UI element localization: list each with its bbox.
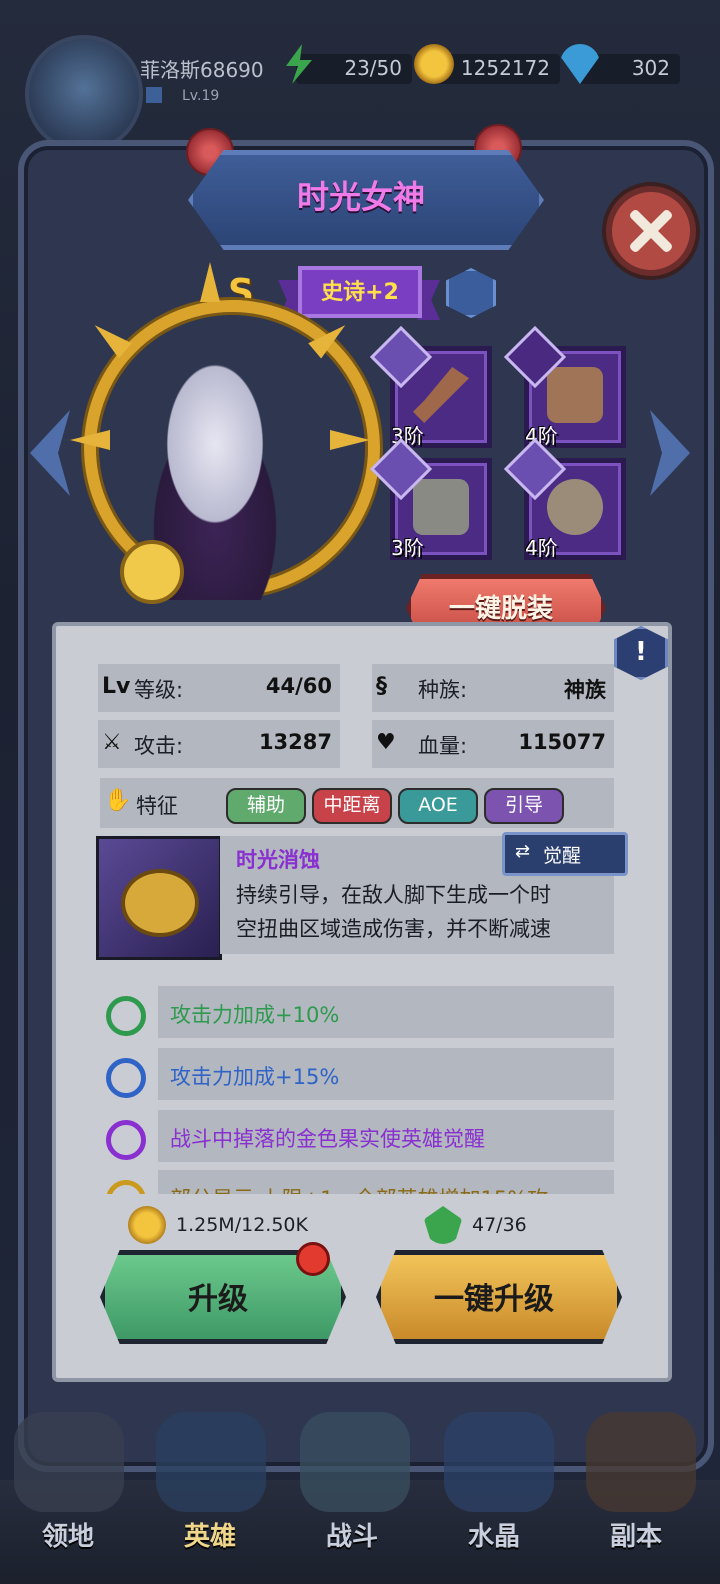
player-level: Lv.19 xyxy=(182,88,220,104)
level-icon: Lv xyxy=(102,674,131,699)
battle-icon xyxy=(300,1412,410,1512)
attack-value: 13287 xyxy=(258,730,332,754)
race-label: 种族: xyxy=(418,678,468,702)
gold-chevron-icon xyxy=(100,1170,146,1194)
equip-slot-armor[interactable]: 4阶 xyxy=(503,325,626,448)
traits-icon: ✋ xyxy=(104,788,132,813)
swirl-ring xyxy=(106,1180,146,1194)
halo-spike xyxy=(70,430,110,450)
race-stat: § 种族: 神族 xyxy=(372,664,614,712)
trait-tag-support: 辅助 xyxy=(226,788,306,824)
bonus-text: 攻击力加成+15% xyxy=(170,1065,340,1089)
halo-spike xyxy=(330,430,370,450)
sword-icon xyxy=(413,367,469,423)
unequip-all-label: 一键脱装 xyxy=(448,594,553,624)
dungeon-icon xyxy=(586,1412,696,1512)
diamond-icon xyxy=(560,44,600,84)
lightning-icon xyxy=(286,44,312,84)
pants-icon xyxy=(413,479,469,535)
player-name: 菲洛斯68690 xyxy=(140,58,264,82)
crystal-icon xyxy=(444,1412,554,1512)
swirl-ring xyxy=(106,996,146,1036)
level-stat: Lv 等级: 44/60 xyxy=(98,664,340,712)
skill-name: 时光消蚀 xyxy=(236,848,320,872)
swap-icon: ⇄ xyxy=(515,841,531,862)
heart-icon: ♥ xyxy=(376,730,396,755)
nav-dungeon[interactable]: 副本 xyxy=(586,1516,686,1553)
skill-desc-line: 空扭曲区域造成伤害，并不断减速 xyxy=(236,917,551,941)
gold-value: 1252172 xyxy=(460,56,550,80)
equip-tier: 3阶 xyxy=(391,536,424,560)
race-icon: § xyxy=(376,674,387,699)
top-resource-bar: 菲洛斯68690 Lv.19 23/50 1252172 302 xyxy=(0,30,720,153)
nav-battle[interactable]: 战斗 xyxy=(302,1516,402,1553)
trait-tag-mid-range: 中距离 xyxy=(312,788,392,824)
nav-crystal[interactable]: 水晶 xyxy=(444,1516,544,1553)
bonus-row: 攻击力加成+15% xyxy=(158,1048,614,1100)
hero-icon xyxy=(156,1412,266,1512)
gold-counter[interactable]: 1252172 xyxy=(414,44,560,84)
amulet-icon xyxy=(547,479,603,535)
bonus-text: 战斗中掉落的金色果实使英雄觉醒 xyxy=(170,1127,485,1151)
pocket-watch-icon xyxy=(120,540,184,604)
bonus-row-clipped: 部分显示 上限+1，全部英雄增加15%攻 xyxy=(100,1170,620,1194)
bonus-row: 战斗中掉落的金色果实使英雄觉醒 xyxy=(158,1110,614,1162)
hp-label: 血量: xyxy=(418,734,468,758)
purple-swirl-icon xyxy=(100,1110,146,1162)
swirl-ring xyxy=(106,1058,146,1098)
trait-tag-channel: 引导 xyxy=(484,788,564,824)
bonus-text: 攻击力加成+10% xyxy=(170,1003,340,1027)
attack-stat: ⚔ 攻击: 13287 xyxy=(98,720,340,768)
hp-value: 115077 xyxy=(518,730,606,754)
race-value: 神族 xyxy=(564,678,606,702)
bonus-row: 攻击力加成+10% xyxy=(158,986,614,1038)
awaken-button[interactable]: ⇄ 觉醒 xyxy=(502,832,628,876)
leather-armor-icon xyxy=(547,367,603,423)
equip-tier: 4阶 xyxy=(525,536,558,560)
attack-icon: ⚔ xyxy=(102,730,122,755)
green-swirl-icon xyxy=(100,986,146,1038)
gold-coin-icon xyxy=(414,44,454,84)
notification-dot xyxy=(296,1242,330,1276)
info-icon: ! xyxy=(635,637,647,667)
equip-slot-weapon[interactable]: 3阶 xyxy=(369,325,492,448)
halo-spike xyxy=(200,262,220,302)
gem-cost-value: 47/36 xyxy=(472,1214,527,1236)
upgrade-label: 升级 xyxy=(188,1282,248,1317)
equip-slot-pants[interactable]: 3阶 xyxy=(369,437,492,560)
skill-desc-line: 持续引导，在敌人脚下生成一个时 xyxy=(236,883,551,907)
attack-label: 攻击: xyxy=(134,734,184,758)
level-value: 44/60 xyxy=(265,674,332,698)
level-badge-icon xyxy=(146,87,162,103)
equip-slot-amulet[interactable]: 4阶 xyxy=(503,437,626,560)
nav-territory[interactable]: 领地 xyxy=(18,1516,118,1553)
territory-icon xyxy=(14,1412,124,1512)
diamond-counter[interactable]: 302 xyxy=(560,44,680,84)
traits-label: 特征 xyxy=(136,794,178,818)
close-button[interactable] xyxy=(606,186,696,276)
diamond-value: 302 xyxy=(631,56,670,80)
gold-cost-value: 1.25M/12.50K xyxy=(176,1214,308,1236)
hp-stat: ♥ 血量: 115077 xyxy=(372,720,614,768)
bonus-text: 部分显示 上限+1，全部英雄增加15%攻 xyxy=(170,1183,548,1194)
player-avatar[interactable] xyxy=(25,35,143,153)
trait-tag-aoe: AOE xyxy=(398,788,478,824)
bonus-row: 部分显示 上限+1，全部英雄增加15%攻 xyxy=(158,1170,614,1194)
energy-value: 23/50 xyxy=(344,56,402,80)
rarity-label: 史诗+2 xyxy=(321,280,399,305)
skill-icon[interactable] xyxy=(96,836,222,960)
skill-description: 持续引导，在敌人脚下生成一个时 空扭曲区域造成伤害，并不断减速 xyxy=(236,878,608,946)
hero-name-title: 时光女神 xyxy=(296,178,425,216)
blue-swirl-icon xyxy=(100,1048,146,1100)
energy-counter[interactable]: 23/50 xyxy=(286,44,412,84)
level-label: 等级: xyxy=(134,678,184,702)
awaken-label: 觉醒 xyxy=(543,845,582,867)
clock-skill-icon xyxy=(121,869,199,937)
gold-coin-icon xyxy=(128,1206,166,1244)
nav-hero[interactable]: 英雄 xyxy=(160,1516,260,1553)
upgrade-all-label: 一键升级 xyxy=(434,1282,554,1317)
swirl-ring xyxy=(106,1120,146,1160)
